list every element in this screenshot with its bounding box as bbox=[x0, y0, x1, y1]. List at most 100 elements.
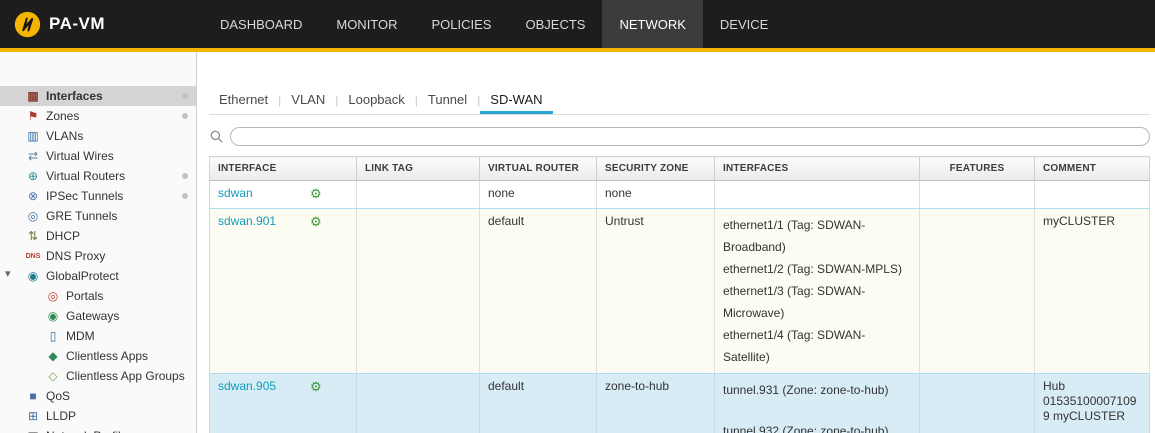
sidebar-item-label: Portals bbox=[66, 289, 188, 303]
sidebar-item-globalprotect[interactable]: ▾ ◉ GlobalProtect bbox=[0, 266, 196, 286]
chevron-down-icon[interactable]: ▾ bbox=[5, 269, 11, 280]
col-interface[interactable]: INTERFACE bbox=[210, 157, 357, 181]
sidebar-item-qos[interactable]: ■ QoS bbox=[0, 386, 196, 406]
col-link-tag[interactable]: LINK TAG bbox=[357, 157, 480, 181]
sidebar-item-label: Clientless Apps bbox=[66, 349, 188, 363]
sidebar-item-gateways[interactable]: ◉ Gateways bbox=[0, 306, 196, 326]
sidebar-item-network-profiles[interactable]: ▤ Network Profiles bbox=[0, 426, 196, 433]
col-interfaces[interactable]: INTERFACES bbox=[715, 157, 920, 181]
cell-features bbox=[920, 181, 1035, 209]
clientless-app-groups-icon: ◇ bbox=[44, 370, 62, 382]
tab-sdwan[interactable]: SD-WAN bbox=[480, 92, 552, 114]
gear-icon[interactable]: ⚙ bbox=[310, 215, 322, 228]
cell-interface: sdwan ⚙ bbox=[210, 181, 357, 209]
col-comment[interactable]: COMMENT bbox=[1035, 157, 1150, 181]
sidebar-item-zones[interactable]: ⚑ Zones bbox=[0, 106, 196, 126]
col-virtual-router[interactable]: VIRTUAL ROUTER bbox=[480, 157, 597, 181]
gear-icon[interactable]: ⚙ bbox=[310, 380, 322, 393]
sidebar-item-label: LLDP bbox=[46, 409, 188, 423]
cell-virtual-router: none bbox=[480, 181, 597, 209]
cell-security-zone: Untrust bbox=[597, 209, 715, 374]
interface-link[interactable]: sdwan.905 bbox=[218, 379, 310, 393]
nav-policies[interactable]: POLICIES bbox=[415, 0, 509, 48]
cell-link-tag bbox=[357, 374, 480, 433]
cell-link-tag bbox=[357, 181, 480, 209]
sidebar-item-clientless-apps[interactable]: ◆ Clientless Apps bbox=[0, 346, 196, 366]
sidebar-item-label: Network Profiles bbox=[46, 429, 188, 433]
dhcp-icon: ⇅ bbox=[24, 230, 42, 242]
status-dot bbox=[182, 113, 188, 119]
gateways-icon: ◉ bbox=[44, 310, 62, 322]
tab-tunnel[interactable]: Tunnel bbox=[418, 92, 477, 114]
nav-dashboard[interactable]: DASHBOARD bbox=[203, 0, 319, 48]
virtual-routers-icon: ⊕ bbox=[24, 170, 42, 182]
member-interface: ethernet1/3 (Tag: SDWAN-Microwave) bbox=[723, 280, 911, 324]
tab-vlan[interactable]: VLAN bbox=[281, 92, 335, 114]
sidebar-item-virtual-wires[interactable]: ⇄ Virtual Wires bbox=[0, 146, 196, 166]
cell-interfaces: ethernet1/1 (Tag: SDWAN-Broadband) ether… bbox=[715, 209, 920, 374]
cell-interfaces bbox=[715, 181, 920, 209]
tab-ethernet[interactable]: Ethernet bbox=[209, 92, 278, 114]
interface-type-tabs: Ethernet | VLAN | Loopback | Tunnel | SD… bbox=[209, 88, 1150, 115]
sidebar-item-ipsec-tunnels[interactable]: ⊗ IPSec Tunnels bbox=[0, 186, 196, 206]
sidebar-item-label: Interfaces bbox=[46, 89, 178, 103]
sidebar-item-gre-tunnels[interactable]: ◎ GRE Tunnels bbox=[0, 206, 196, 226]
member-interface: tunnel.932 (Zone: zone-to-hub) bbox=[723, 420, 911, 433]
lldp-icon: ⊞ bbox=[24, 410, 42, 422]
col-security-zone[interactable]: SECURITY ZONE bbox=[597, 157, 715, 181]
sidebar-item-portals[interactable]: ◎ Portals bbox=[0, 286, 196, 306]
interface-link[interactable]: sdwan.901 bbox=[218, 214, 310, 228]
sidebar-item-label: DNS Proxy bbox=[46, 249, 188, 263]
search-input[interactable] bbox=[230, 127, 1150, 146]
cell-comment bbox=[1035, 181, 1150, 209]
vlans-icon: ▥ bbox=[24, 130, 42, 142]
top-bar: PA-VM DASHBOARD MONITOR POLICIES OBJECTS… bbox=[0, 0, 1155, 48]
sdwan-interfaces-table: INTERFACE LINK TAG VIRTUAL ROUTER SECURI… bbox=[209, 156, 1150, 433]
cell-link-tag bbox=[357, 209, 480, 374]
sidebar-item-clientless-app-groups[interactable]: ◇ Clientless App Groups bbox=[0, 366, 196, 386]
search-row bbox=[209, 127, 1150, 146]
sidebar-item-vlans[interactable]: ▥ VLANs bbox=[0, 126, 196, 146]
status-dot bbox=[182, 173, 188, 179]
gear-icon[interactable]: ⚙ bbox=[310, 187, 322, 200]
cell-security-zone: none bbox=[597, 181, 715, 209]
sidebar-item-lldp[interactable]: ⊞ LLDP bbox=[0, 406, 196, 426]
gre-tunnels-icon: ◎ bbox=[24, 210, 42, 222]
search-icon bbox=[209, 129, 224, 144]
table-row[interactable]: sdwan ⚙ none none bbox=[210, 181, 1150, 209]
interface-link[interactable]: sdwan bbox=[218, 186, 310, 200]
dns-proxy-icon: DNS bbox=[24, 253, 42, 260]
sidebar-item-label: Virtual Wires bbox=[46, 149, 188, 163]
sidebar: ▦ Interfaces ⚑ Zones ▥ VLANs ⇄ Virtual W… bbox=[0, 52, 197, 433]
interfaces-icon: ▦ bbox=[24, 90, 42, 102]
table-row[interactable]: sdwan.901 ⚙ default Untrust ethernet1/1 … bbox=[210, 209, 1150, 374]
status-dot bbox=[182, 193, 188, 199]
nav-network[interactable]: NETWORK bbox=[602, 0, 702, 48]
cell-virtual-router: default bbox=[480, 209, 597, 374]
qos-icon: ■ bbox=[24, 390, 42, 402]
nav-objects[interactable]: OBJECTS bbox=[508, 0, 602, 48]
sidebar-item-label: DHCP bbox=[46, 229, 188, 243]
sidebar-item-dhcp[interactable]: ⇅ DHCP bbox=[0, 226, 196, 246]
globalprotect-icon: ◉ bbox=[24, 270, 42, 282]
sidebar-item-label: Virtual Routers bbox=[46, 169, 178, 183]
sidebar-item-dns-proxy[interactable]: DNS DNS Proxy bbox=[0, 246, 196, 266]
mdm-icon: ▯ bbox=[44, 330, 62, 342]
sidebar-item-virtual-routers[interactable]: ⊕ Virtual Routers bbox=[0, 166, 196, 186]
sidebar-item-label: MDM bbox=[66, 329, 188, 343]
nav-monitor[interactable]: MONITOR bbox=[319, 0, 414, 48]
cell-features bbox=[920, 374, 1035, 433]
tab-loopback[interactable]: Loopback bbox=[338, 92, 414, 114]
col-features[interactable]: FEATURES bbox=[920, 157, 1035, 181]
pan-flame-logo-icon bbox=[14, 11, 41, 38]
sidebar-item-label: Clientless App Groups bbox=[66, 369, 188, 383]
clientless-apps-icon: ◆ bbox=[44, 350, 62, 362]
member-interface: ethernet1/1 (Tag: SDWAN-Broadband) bbox=[723, 214, 911, 258]
sidebar-item-mdm[interactable]: ▯ MDM bbox=[0, 326, 196, 346]
sidebar-item-interfaces[interactable]: ▦ Interfaces bbox=[0, 86, 196, 106]
nav-device[interactable]: DEVICE bbox=[703, 0, 785, 48]
main-content: Ethernet | VLAN | Loopback | Tunnel | SD… bbox=[197, 52, 1155, 433]
cell-interface: sdwan.905 ⚙ bbox=[210, 374, 357, 433]
table-row[interactable]: sdwan.905 ⚙ default zone-to-hub tunnel.9… bbox=[210, 374, 1150, 433]
portals-icon: ◎ bbox=[44, 290, 62, 302]
